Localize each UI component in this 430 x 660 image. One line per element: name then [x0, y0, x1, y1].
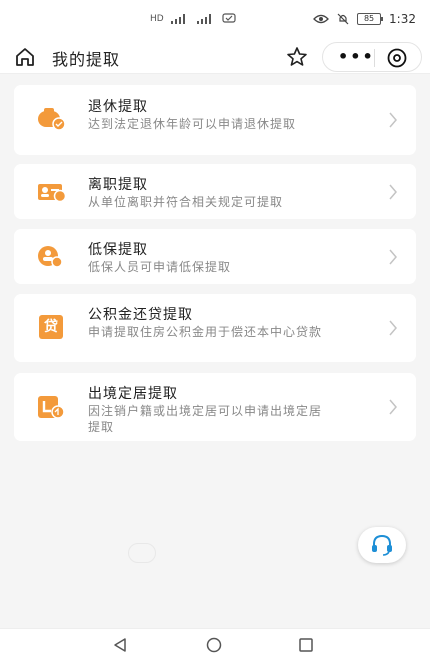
clock: 1:32	[389, 12, 416, 26]
customer-service-button[interactable]	[358, 527, 406, 563]
system-nav-bar	[0, 628, 430, 660]
card-desc: 从单位离职并符合相关规定可提取	[88, 195, 284, 209]
signal-icon-2	[196, 13, 211, 24]
retirement-icon	[38, 108, 66, 131]
loan-icon: 贷	[39, 315, 63, 339]
card-emigration[interactable]: 出境定居提取 因注销户籍或出境定居可以申请出境定居提取	[14, 373, 416, 441]
star-icon[interactable]	[285, 45, 309, 69]
card-title: 出境定居提取	[88, 386, 178, 402]
recent-apps-icon[interactable]	[298, 637, 314, 653]
chevron-right-icon	[389, 399, 397, 415]
card-resignation[interactable]: 离职提取 从单位离职并符合相关规定可提取	[14, 164, 416, 219]
close-icon[interactable]	[386, 47, 408, 69]
card-desc: 申请提取住房公积金用于偿还本中心贷款	[88, 325, 323, 339]
card-desc: 低保人员可申请低保提取	[88, 260, 232, 274]
mini-program-capsule: •••	[322, 42, 422, 72]
chevron-right-icon	[389, 184, 397, 200]
chevron-right-icon	[389, 112, 397, 128]
page-title: 我的提取	[52, 50, 121, 69]
more-icon[interactable]: •••	[338, 47, 375, 66]
card-title: 低保提取	[88, 242, 148, 258]
status-network-group: HD	[150, 13, 236, 24]
card-low-income[interactable]: 低保提取 低保人员可申请低保提取	[14, 229, 416, 284]
headset-icon	[372, 534, 392, 556]
card-desc: 因注销户籍或出境定居可以申请出境定居提取	[88, 404, 323, 434]
emigration-icon	[38, 396, 65, 419]
status-right-group: 85 1:32	[313, 12, 416, 26]
home-circle-icon[interactable]	[205, 637, 223, 653]
nav-bar: 我的提取 •••	[0, 40, 430, 74]
card-desc: 达到法定退休年龄可以申请退休提取	[88, 117, 297, 131]
signal-icon	[170, 13, 185, 24]
battery-icon: 85	[357, 13, 384, 25]
card-title: 退休提取	[88, 99, 148, 115]
message-icon	[222, 13, 236, 23]
chevron-right-icon	[389, 249, 397, 265]
status-bar: HD 85 1:32	[0, 0, 430, 40]
resignation-icon	[38, 184, 66, 203]
capsule-divider	[374, 49, 375, 67]
back-icon[interactable]	[112, 637, 128, 653]
card-title: 离职提取	[88, 177, 148, 193]
mute-bell-icon	[337, 13, 349, 25]
faded-ring	[128, 543, 156, 563]
home-icon[interactable]	[14, 47, 36, 67]
card-title: 公积金还贷提取	[88, 307, 193, 323]
eye-icon	[313, 14, 329, 24]
low-income-icon	[38, 246, 63, 268]
card-loan[interactable]: 贷 公积金还贷提取 申请提取住房公积金用于偿还本中心贷款	[14, 294, 416, 362]
chevron-right-icon	[389, 320, 397, 336]
hd-label: HD	[150, 13, 164, 24]
card-retirement[interactable]: 退休提取 达到法定退休年龄可以申请退休提取	[14, 85, 416, 155]
